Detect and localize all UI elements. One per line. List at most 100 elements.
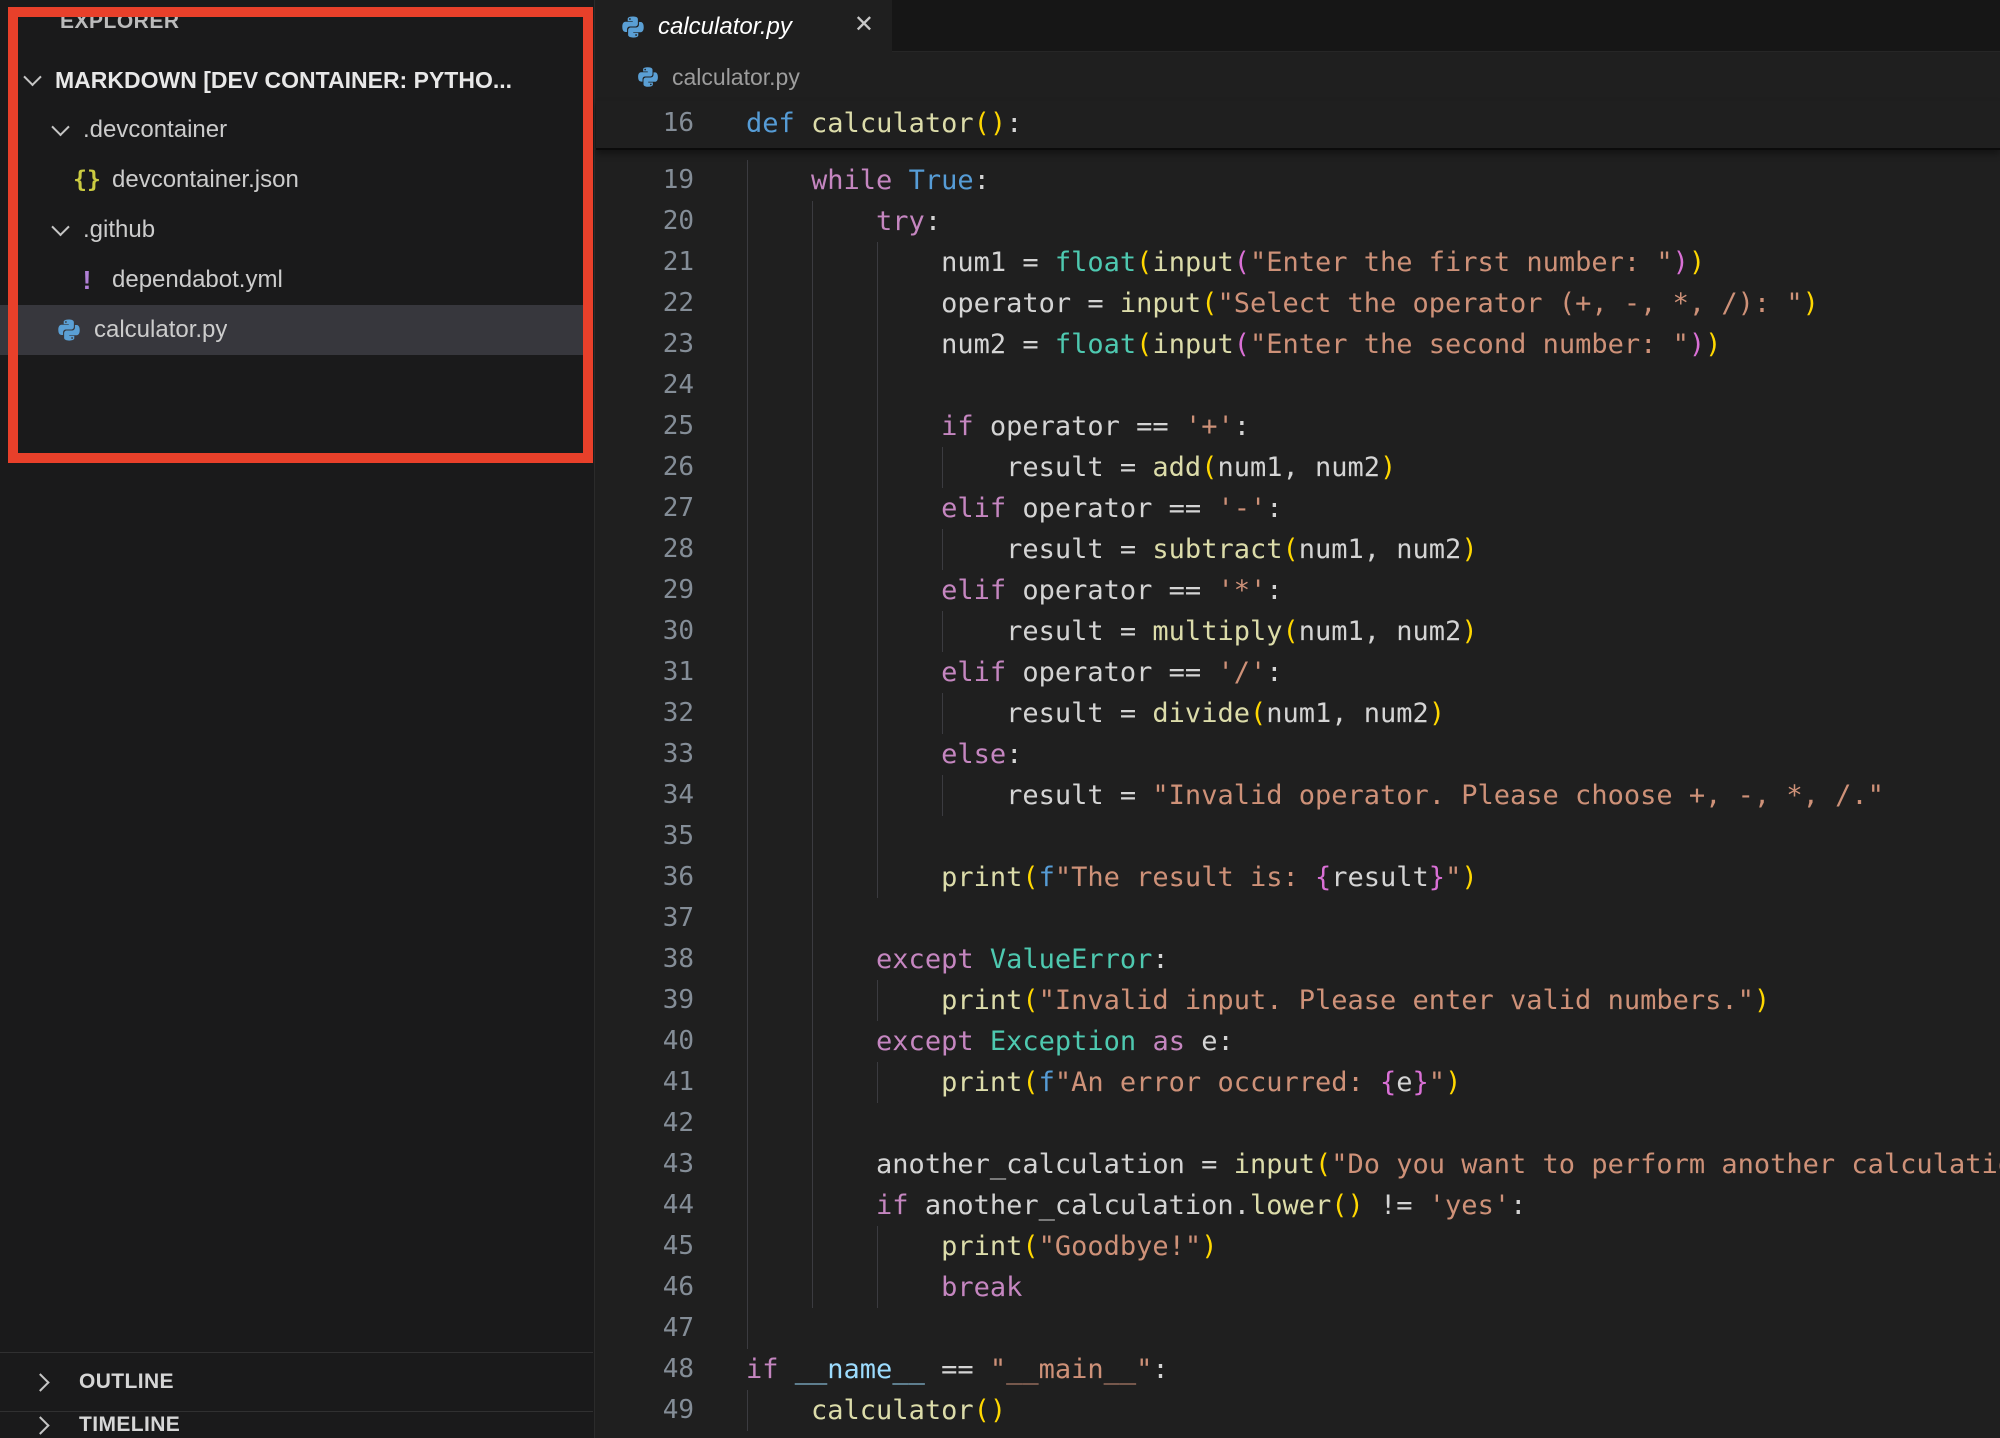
indent-guide <box>747 365 748 406</box>
tree-item-calculator-py[interactable]: calculator.py <box>0 305 593 355</box>
code-line-43[interactable]: 43 another_calculation = input("Do you w… <box>596 1144 2000 1185</box>
python-icon <box>636 65 660 89</box>
line-number: 40 <box>596 1021 694 1062</box>
code-line-39[interactable]: 39 print("Invalid input. Please enter va… <box>596 980 2000 1021</box>
explorer-sidebar: EXPLORER ··· MARKDOWN [DEV CONTAINER: PY… <box>0 0 595 1438</box>
code-line-46[interactable]: 46 break <box>596 1267 2000 1308</box>
line-number: 34 <box>596 775 694 816</box>
code-line-25[interactable]: 25 if operator == '+': <box>596 406 2000 447</box>
code-line-36[interactable]: 36 print(f"The result is: {result}") <box>596 857 2000 898</box>
line-number: 37 <box>596 898 694 939</box>
line-number: 28 <box>596 529 694 570</box>
code-line-40[interactable]: 40 except Exception as e: <box>596 1021 2000 1062</box>
code-line-16[interactable]: 16def calculator(): <box>596 101 2000 146</box>
code-line-31[interactable]: 31 elif operator == '/': <box>596 652 2000 693</box>
code-line-42[interactable]: 42 <box>596 1103 2000 1144</box>
timeline-section-header[interactable]: TIMELINE <box>0 1411 593 1438</box>
code-line-41[interactable]: 41 print(f"An error occurred: {e}") <box>596 1062 2000 1103</box>
code-text: if another_calculation.lower() != 'yes': <box>746 1185 1526 1226</box>
line-number: 22 <box>596 283 694 324</box>
code-line-49[interactable]: 49 calculator() <box>596 1390 2000 1431</box>
code-line-23[interactable]: 23 num2 = float(input("Enter the second … <box>596 324 2000 365</box>
code-line-22[interactable]: 22 operator = input("Select the operator… <box>596 283 2000 324</box>
tab-bar: calculator.py ✕ <box>596 0 2000 52</box>
line-number: 46 <box>596 1267 694 1308</box>
tab-label: calculator.py <box>658 13 792 41</box>
code-line-44[interactable]: 44 if another_calculation.lower() != 'ye… <box>596 1185 2000 1226</box>
line-number: 35 <box>596 816 694 857</box>
line-number: 21 <box>596 242 694 283</box>
tree-item-label: .devcontainer <box>83 116 227 144</box>
code-text: def calculator(): <box>746 101 1022 146</box>
code-line-21[interactable]: 21 num1 = float(input("Enter the first n… <box>596 242 2000 283</box>
line-number: 26 <box>596 447 694 488</box>
code-line-30[interactable]: 30 result = multiply(num1, num2) <box>596 611 2000 652</box>
code-text: break <box>746 1267 1022 1308</box>
indent-guide <box>747 898 748 939</box>
code-text: operator = input("Select the operator (+… <box>746 283 1819 324</box>
chevron-right-icon <box>31 1373 49 1391</box>
code-line-35[interactable]: 35 <box>596 816 2000 857</box>
tree-item-devcontainer-json[interactable]: {} devcontainer.json <box>0 155 593 205</box>
tree-item-github[interactable]: .github <box>0 205 593 255</box>
close-icon[interactable]: ✕ <box>854 10 874 38</box>
code-line-48[interactable]: 48if __name__ == "__main__": <box>596 1349 2000 1390</box>
line-number: 39 <box>596 980 694 1021</box>
code-text: print(f"An error occurred: {e}") <box>746 1062 1461 1103</box>
line-number: 30 <box>596 611 694 652</box>
more-actions-icon[interactable]: ··· <box>508 0 548 33</box>
code-text: print("Goodbye!") <box>746 1226 1217 1267</box>
line-number: 45 <box>596 1226 694 1267</box>
tree-item-devcontainer[interactable]: .devcontainer <box>0 105 593 155</box>
tree-item-markdown-dev-container-pytho[interactable]: MARKDOWN [DEV CONTAINER: PYTHO... <box>0 55 593 105</box>
indent-guide <box>747 1308 748 1349</box>
line-number: 50 <box>596 1431 694 1438</box>
code-text: another_calculation = input("Do you want… <box>746 1144 2000 1185</box>
line-number: 29 <box>596 570 694 611</box>
code-line-24[interactable]: 24 <box>596 365 2000 406</box>
code-text: print("Invalid input. Please enter valid… <box>746 980 1770 1021</box>
sticky-scroll-line[interactable]: 16def calculator(): <box>596 101 2000 150</box>
code-line-26[interactable]: 26 result = add(num1, num2) <box>596 447 2000 488</box>
code-line-37[interactable]: 37 <box>596 898 2000 939</box>
breadcrumb[interactable]: calculator.py <box>596 53 2000 101</box>
code-line-38[interactable]: 38 except ValueError: <box>596 939 2000 980</box>
code-line-27[interactable]: 27 elif operator == '-': <box>596 488 2000 529</box>
indent-guide <box>812 816 813 857</box>
tree-item-label: devcontainer.json <box>112 166 299 194</box>
code-line-45[interactable]: 45 print("Goodbye!") <box>596 1226 2000 1267</box>
line-number: 43 <box>596 1144 694 1185</box>
code-line-29[interactable]: 29 elif operator == '*': <box>596 570 2000 611</box>
line-number: 36 <box>596 857 694 898</box>
python-icon <box>620 14 646 40</box>
code-line-34[interactable]: 34 result = "Invalid operator. Please ch… <box>596 775 2000 816</box>
code-line-50[interactable]: 50 <box>596 1431 2000 1438</box>
code-text: result = divide(num1, num2) <box>746 693 1445 734</box>
tree-item-label: .github <box>83 216 155 244</box>
json-braces-icon: {} <box>72 167 102 193</box>
code-text: except ValueError: <box>746 939 1169 980</box>
code-line-20[interactable]: 20 try: <box>596 201 2000 242</box>
code-line-19[interactable]: 19 while True: <box>596 160 2000 201</box>
code-text: except Exception as e: <box>746 1021 1234 1062</box>
code-text: if operator == '+': <box>746 406 1250 447</box>
code-line-32[interactable]: 32 result = divide(num1, num2) <box>596 693 2000 734</box>
explorer-title: EXPLORER <box>60 10 180 34</box>
line-number: 42 <box>596 1103 694 1144</box>
line-number: 27 <box>596 488 694 529</box>
indent-guide <box>747 1103 748 1144</box>
code-text: elif operator == '-': <box>746 488 1283 529</box>
code-line-28[interactable]: 28 result = subtract(num1, num2) <box>596 529 2000 570</box>
line-number: 44 <box>596 1185 694 1226</box>
code-text: result = subtract(num1, num2) <box>746 529 1478 570</box>
line-number: 19 <box>596 160 694 201</box>
code-line-33[interactable]: 33 else: <box>596 734 2000 775</box>
line-number: 25 <box>596 406 694 447</box>
code-text: result = add(num1, num2) <box>746 447 1396 488</box>
line-number: 31 <box>596 652 694 693</box>
tree-item-dependabot-yml[interactable]: !dependabot.yml <box>0 255 593 305</box>
outline-section-header[interactable]: OUTLINE <box>0 1352 593 1411</box>
code-text: else: <box>746 734 1022 775</box>
code-line-47[interactable]: 47 <box>596 1308 2000 1349</box>
tab-calculator-py[interactable]: calculator.py ✕ <box>596 0 892 53</box>
